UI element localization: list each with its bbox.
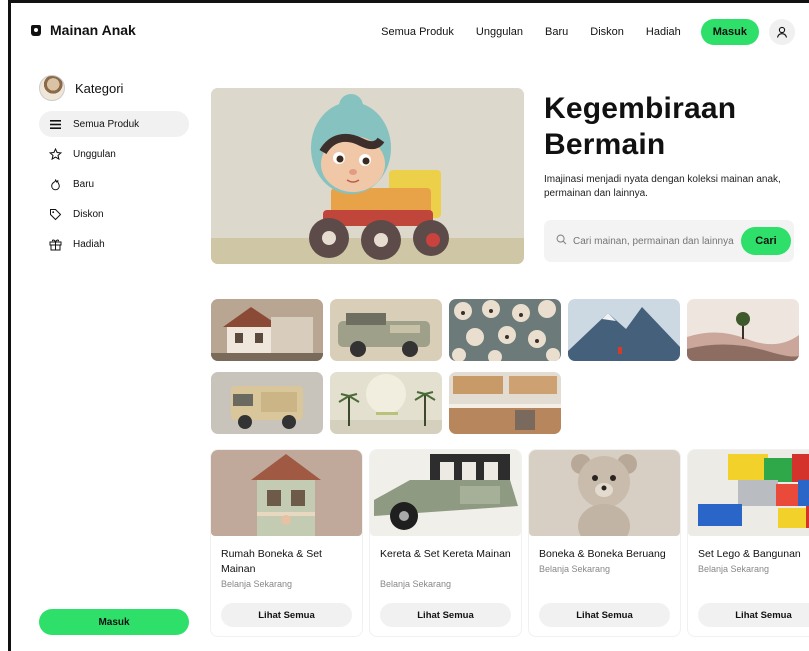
category-card-lego[interactable]: Set Lego & Bangunan Belanja Sekarang Lih… (688, 450, 809, 636)
gallery-image-desert[interactable] (687, 299, 799, 361)
gallery-image-house[interactable] (211, 299, 323, 361)
search-button[interactable]: Cari (741, 227, 791, 255)
search-icon (556, 232, 567, 250)
view-all-button[interactable]: Lihat Semua (698, 603, 809, 627)
category-image-dollhouse (211, 450, 362, 536)
category-image-train (370, 450, 521, 536)
sidebar-login-button[interactable]: Masuk (39, 609, 189, 635)
view-all-button[interactable]: Lihat Semua (539, 603, 670, 627)
search-bar: Cari (544, 220, 794, 262)
star-icon (48, 147, 63, 161)
view-all-button[interactable]: Lihat Semua (221, 603, 352, 627)
gallery-image-mountain[interactable] (568, 299, 680, 361)
category-card-rumah-boneka[interactable]: Rumah Boneka & Set Mainan Belanja Sekara… (211, 450, 362, 636)
category-name: Rumah Boneka & Set Mainan (221, 548, 322, 575)
brand-name: Mainan Anak (50, 22, 136, 38)
sidebar-list: Semua Produk Unggulan Baru Diskon Hadiah (39, 111, 189, 261)
menu-icon (49, 118, 62, 131)
hero-subtitle: Imajinasi menjadi nyata dengan koleksi m… (544, 174, 781, 199)
sidebar-header: Kategori (39, 75, 123, 101)
category-card-kereta[interactable]: Kereta & Set Kereta Mainan Belanja Sekar… (370, 450, 521, 636)
flame-icon (49, 178, 62, 191)
toy-bag-icon (31, 24, 41, 36)
top-nav: Semua Produk Unggulan Baru Diskon Hadiah… (381, 19, 795, 45)
sidebar-item-label: Semua Produk (73, 118, 140, 130)
hero-title-line2: Bermain (544, 128, 666, 161)
category-subtitle: Belanja Sekarang (698, 564, 770, 574)
search-input[interactable] (573, 235, 739, 247)
category-name: Kereta & Set Kereta Mainan (380, 548, 511, 560)
sidebar-item-label: Unggulan (73, 148, 116, 160)
hero-title-line1: Kegembiraan (544, 92, 737, 125)
nav-link-semua-produk[interactable]: Semua Produk (381, 26, 454, 38)
category-subtitle: Belanja Sekarang (380, 579, 452, 589)
sidebar: Kategori Semua Produk Unggulan Baru Disk… (11, 65, 206, 651)
hero-image (211, 88, 524, 264)
user-icon[interactable] (769, 19, 795, 45)
nav-link-diskon[interactable]: Diskon (590, 26, 624, 38)
category-subtitle: Belanja Sekarang (221, 579, 293, 589)
view-all-button[interactable]: Lihat Semua (380, 603, 511, 627)
sidebar-item-hadiah[interactable]: Hadiah (39, 231, 189, 257)
category-card-boneka-beruang[interactable]: Boneka & Boneka Beruang Belanja Sekarang… (529, 450, 680, 636)
sidebar-item-label: Diskon (73, 208, 104, 220)
avatar (39, 75, 65, 101)
gallery-image-truck[interactable] (330, 299, 442, 361)
sidebar-item-diskon[interactable]: Diskon (39, 201, 189, 227)
category-name: Set Lego & Bangunan (698, 548, 801, 560)
nav-link-unggulan[interactable]: Unggulan (476, 26, 523, 38)
sidebar-item-baru[interactable]: Baru (39, 171, 189, 197)
brand[interactable]: Mainan Anak (31, 22, 136, 38)
sidebar-item-semua-produk[interactable]: Semua Produk (39, 111, 189, 137)
gallery-image-dogs[interactable] (449, 299, 561, 361)
category-image-lego (688, 450, 809, 536)
hero-title: Kegembiraan Bermain (544, 91, 736, 163)
category-image-teddy (529, 450, 680, 536)
gallery-image-kitchen[interactable] (449, 372, 561, 434)
gallery-image-van[interactable] (211, 372, 323, 434)
sidebar-item-label: Hadiah (73, 238, 105, 250)
gallery-image-palms[interactable] (330, 372, 442, 434)
sidebar-title: Kategori (75, 80, 124, 96)
sidebar-item-unggulan[interactable]: Unggulan (39, 141, 189, 167)
category-subtitle: Belanja Sekarang (539, 564, 611, 574)
sidebar-item-label: Baru (73, 178, 95, 190)
header-login-button[interactable]: Masuk (700, 19, 759, 45)
nav-link-baru[interactable]: Baru (545, 26, 568, 38)
app-window: Mainan Anak Semua Produk Unggulan Baru D… (8, 0, 809, 651)
tag-icon (49, 208, 62, 221)
top-header: Mainan Anak Semua Produk Unggulan Baru D… (11, 3, 809, 65)
category-name: Boneka & Boneka Beruang (539, 548, 666, 560)
gift-icon (49, 238, 62, 251)
nav-link-hadiah[interactable]: Hadiah (646, 26, 681, 38)
